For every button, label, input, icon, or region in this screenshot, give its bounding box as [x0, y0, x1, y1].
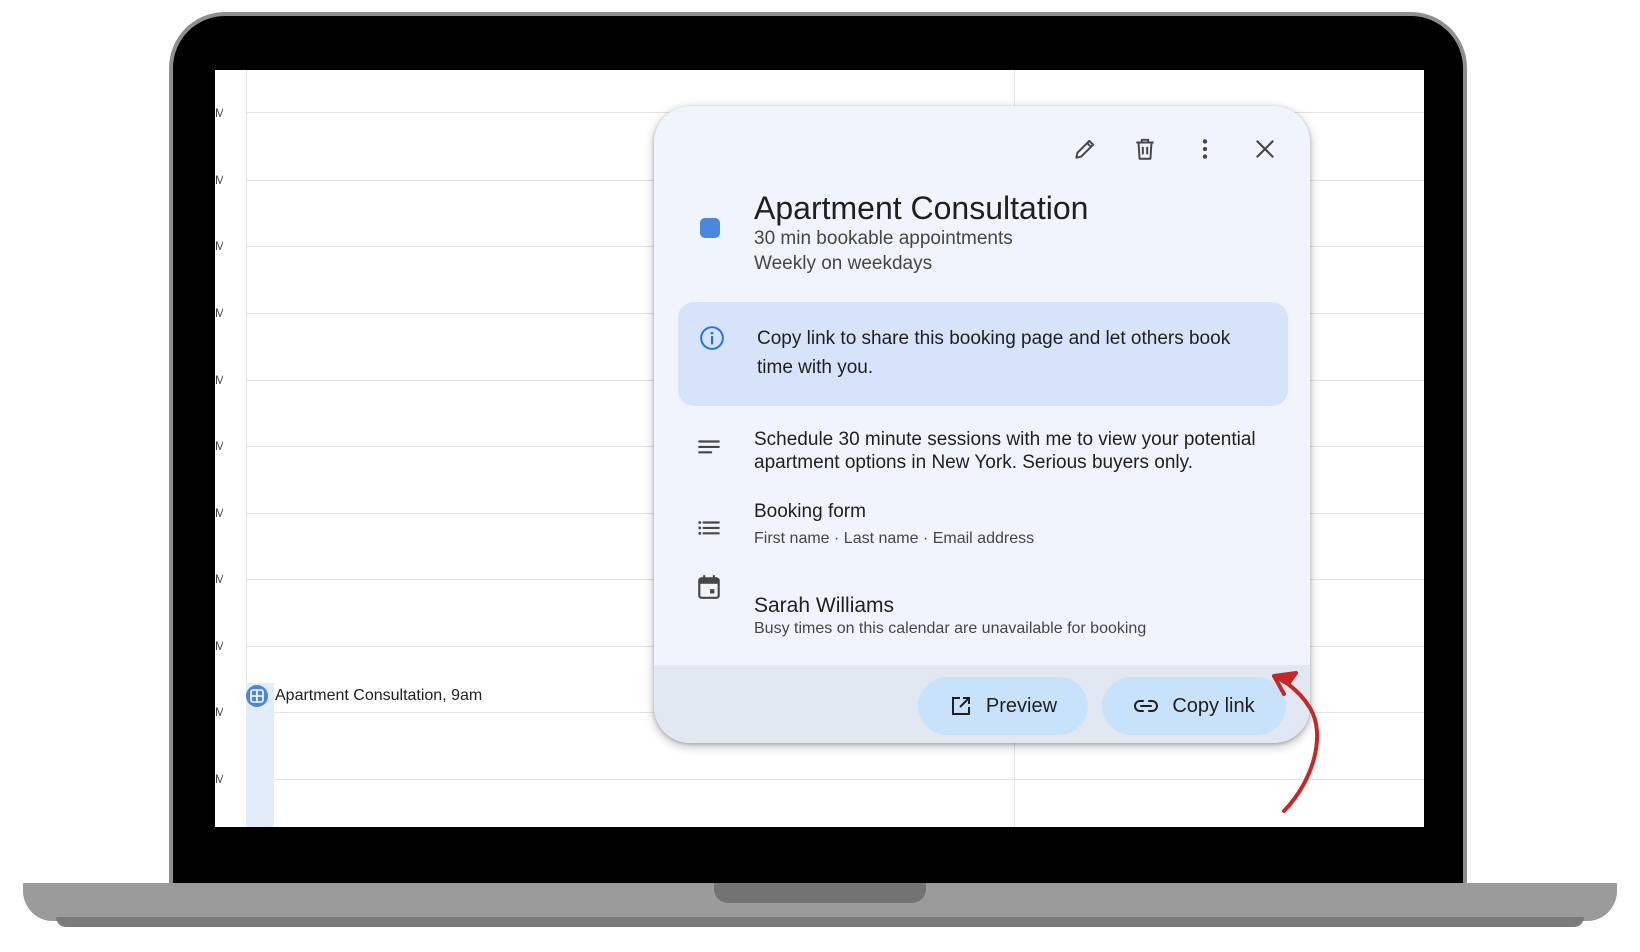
appointment-grid-icon: [246, 685, 268, 707]
appointment-details-popup: Apartment Consultation 30 min bookable a…: [654, 106, 1310, 743]
laptop-notch: [714, 883, 926, 903]
more-vertical-icon: [1202, 139, 1208, 159]
hour-label: M: [215, 439, 223, 453]
share-info-banner: Copy link to share this booking page and…: [678, 302, 1288, 406]
event-description: Schedule 30 minute sessions with me to v…: [754, 429, 1256, 473]
popup-toolbar: [1066, 130, 1284, 168]
trash-icon: [1136, 138, 1154, 160]
event-chip-time: , 9am: [442, 687, 483, 704]
calendar-icon: [698, 575, 720, 599]
hour-label: M: [215, 173, 223, 187]
open-in-new-icon: [951, 697, 970, 715]
annotation-arrow-icon: [1272, 671, 1320, 813]
hour-label: M: [215, 705, 223, 719]
description-icon: [698, 440, 720, 454]
more-options-button[interactable]: [1186, 130, 1224, 168]
hour-label: M: [215, 373, 223, 387]
hour-label: M: [215, 239, 223, 253]
event-chip-name: Apartment Consultation: [275, 687, 443, 704]
hour-label: M: [215, 506, 223, 520]
hour-gridline: [246, 779, 1424, 780]
laptop-base-shadow: [56, 917, 1584, 927]
delete-button[interactable]: [1126, 130, 1164, 168]
hour-label: M: [215, 639, 223, 653]
preview-button[interactable]: Preview: [918, 677, 1088, 735]
event-duration: 30 min bookable appointments: [754, 228, 1013, 249]
hour-label: M: [215, 572, 223, 586]
booking-form-fields: First name · Last name · Email address: [754, 530, 1035, 547]
booking-form-title[interactable]: Booking form: [754, 501, 866, 523]
event-color-swatch: [700, 218, 720, 238]
hour-label: M: [215, 106, 223, 120]
copy-link-button-label: Copy link: [1172, 694, 1255, 717]
edit-button[interactable]: [1066, 130, 1104, 168]
pencil-icon: [1075, 139, 1095, 159]
hour-label: M: [215, 306, 223, 320]
close-icon: [1256, 140, 1274, 158]
copy-link-button[interactable]: Copy link: [1102, 677, 1286, 735]
hour-label: M: [215, 772, 223, 786]
event-chip[interactable]: Apartment Consultation, 9am: [246, 682, 482, 710]
event-recurrence: Weekly on weekdays: [754, 253, 933, 274]
event-chip-label: Apartment Consultation, 9am: [275, 687, 482, 705]
info-icon: [700, 326, 724, 350]
calendar-owner-note: Busy times on this calendar are unavaila…: [754, 600, 1146, 637]
close-button[interactable]: [1246, 130, 1284, 168]
calendar-owner-note-text: Busy times on this calendar are unavaila…: [754, 620, 1147, 637]
preview-button-label: Preview: [985, 694, 1058, 717]
list-icon: [698, 521, 720, 535]
popup-footer: Preview Copy link: [654, 665, 1310, 743]
link-icon: [1134, 700, 1159, 712]
event-title: Apartment Consultation: [754, 190, 1089, 226]
share-info-text: Copy link to share this booking page and…: [757, 328, 1231, 378]
